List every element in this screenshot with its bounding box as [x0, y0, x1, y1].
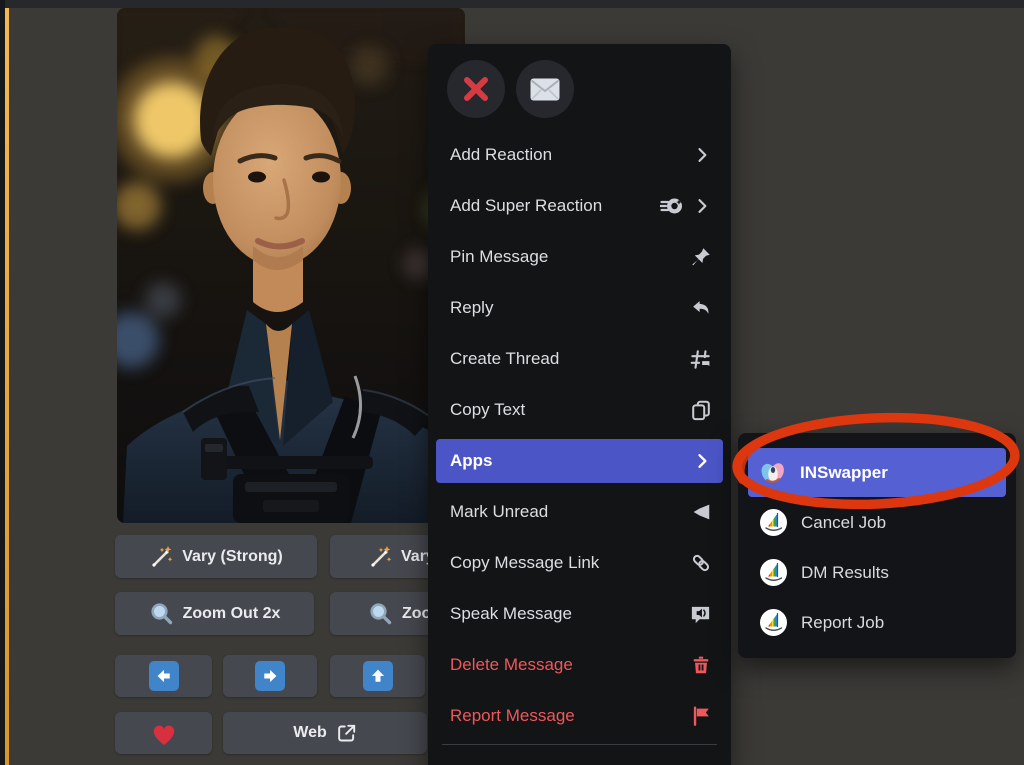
portrait-photo — [117, 8, 465, 523]
pan-right-button[interactable] — [223, 655, 317, 697]
magic-wand-icon — [368, 545, 392, 569]
external-link-icon — [336, 723, 357, 744]
menu-item-delete-message[interactable]: Delete Message — [436, 643, 723, 687]
button-label: Vary (Strong) — [182, 548, 282, 566]
submenu-item-label: Report Job — [801, 613, 884, 633]
favorite-button[interactable] — [115, 712, 212, 754]
submenu-item-label: Cancel Job — [801, 513, 886, 533]
menu-item-mark-unread[interactable]: Mark Unread — [436, 490, 723, 534]
chevron-right-icon — [692, 145, 712, 165]
heart-icon — [149, 720, 179, 747]
top-strip — [0, 0, 1024, 8]
arrow-left-icon — [149, 661, 179, 691]
menu-item-label: Mark Unread — [450, 502, 548, 522]
menu-item-label: Add Reaction — [450, 145, 552, 165]
submenu-item-label: DM Results — [801, 563, 889, 583]
trash-icon — [690, 654, 712, 676]
magic-wand-icon — [149, 545, 173, 569]
envelope-reaction-button[interactable] — [516, 60, 574, 118]
menu-item-label: Copy Text — [450, 400, 525, 420]
button-label: Web — [293, 724, 326, 742]
arrow-right-icon — [255, 661, 285, 691]
submenu-item-dm-results[interactable]: DM Results — [748, 548, 1006, 597]
submenu-item-inswapper[interactable]: INSwapper — [748, 448, 1006, 497]
menu-item-reply[interactable]: Reply — [436, 286, 723, 330]
link-icon — [690, 552, 712, 574]
menu-item-copy-message-link[interactable]: Copy Message Link — [436, 541, 723, 585]
menu-item-add-super-reaction[interactable]: Add Super Reaction — [436, 184, 723, 228]
menu-divider — [442, 744, 717, 745]
menu-item-label: Speak Message — [450, 604, 572, 624]
mark-unread-icon — [690, 501, 712, 523]
menu-item-label: Report Message — [450, 706, 575, 726]
submenu-item-label: INSwapper — [800, 463, 888, 483]
magnifier-icon — [368, 601, 393, 626]
menu-item-label: Create Thread — [450, 349, 559, 369]
midjourney-app-icon — [760, 509, 787, 536]
reply-icon — [690, 297, 712, 319]
flag-icon — [690, 705, 712, 727]
midjourney-app-icon — [760, 609, 787, 636]
menu-item-label: Copy Message Link — [450, 553, 599, 573]
menu-item-apps[interactable]: Apps — [436, 439, 723, 483]
web-button[interactable]: Web — [223, 712, 427, 754]
chevron-right-icon — [692, 196, 712, 216]
inswapper-app-icon — [760, 460, 786, 486]
menu-item-create-thread[interactable]: Create Thread — [436, 337, 723, 381]
button-label: Zoom Out 2x — [183, 605, 281, 623]
arrow-up-icon — [363, 661, 393, 691]
copy-icon — [690, 399, 712, 421]
message-context-menu: Add Reaction Add Super Reaction — [428, 44, 731, 765]
left-accent-line — [5, 8, 9, 765]
submenu-item-report-job[interactable]: Report Job — [748, 598, 1006, 647]
submenu-item-cancel-job[interactable]: Cancel Job — [748, 498, 1006, 547]
thread-icon — [689, 348, 712, 371]
discord-screenshot: Vary (Strong) Vary Zoom Out 2x Zoom — [0, 0, 1024, 765]
chevron-right-icon — [692, 451, 712, 471]
envelope-icon — [529, 77, 561, 102]
menu-item-label: Delete Message — [450, 655, 573, 675]
midjourney-app-icon — [760, 559, 787, 586]
pan-up-button[interactable] — [330, 655, 425, 697]
menu-item-pin-message[interactable]: Pin Message — [436, 235, 723, 279]
pin-icon — [690, 246, 712, 268]
menu-item-report-message[interactable]: Report Message — [436, 694, 723, 738]
quick-reactions — [447, 60, 574, 118]
vary-strong-button[interactable]: Vary (Strong) — [115, 535, 317, 578]
apps-submenu: INSwapper Cancel Job — [738, 433, 1016, 658]
menu-item-add-reaction[interactable]: Add Reaction — [436, 133, 723, 177]
x-reaction-button[interactable] — [447, 60, 505, 118]
context-menu-items: Add Reaction Add Super Reaction — [436, 133, 723, 738]
message-image[interactable] — [117, 8, 465, 523]
menu-item-label: Reply — [450, 298, 493, 318]
menu-item-copy-text[interactable]: Copy Text — [436, 388, 723, 432]
menu-item-label: Apps — [450, 451, 493, 471]
zoom-out-2x-button[interactable]: Zoom Out 2x — [115, 592, 314, 635]
magnifier-icon — [149, 601, 174, 626]
menu-item-label: Pin Message — [450, 247, 548, 267]
menu-item-label: Add Super Reaction — [450, 196, 602, 216]
x-red-icon — [460, 73, 492, 105]
apps-submenu-items: INSwapper Cancel Job — [748, 448, 1006, 647]
speak-icon — [689, 603, 712, 626]
super-reaction-icon — [660, 194, 684, 218]
pan-left-button[interactable] — [115, 655, 212, 697]
menu-item-speak-message[interactable]: Speak Message — [436, 592, 723, 636]
